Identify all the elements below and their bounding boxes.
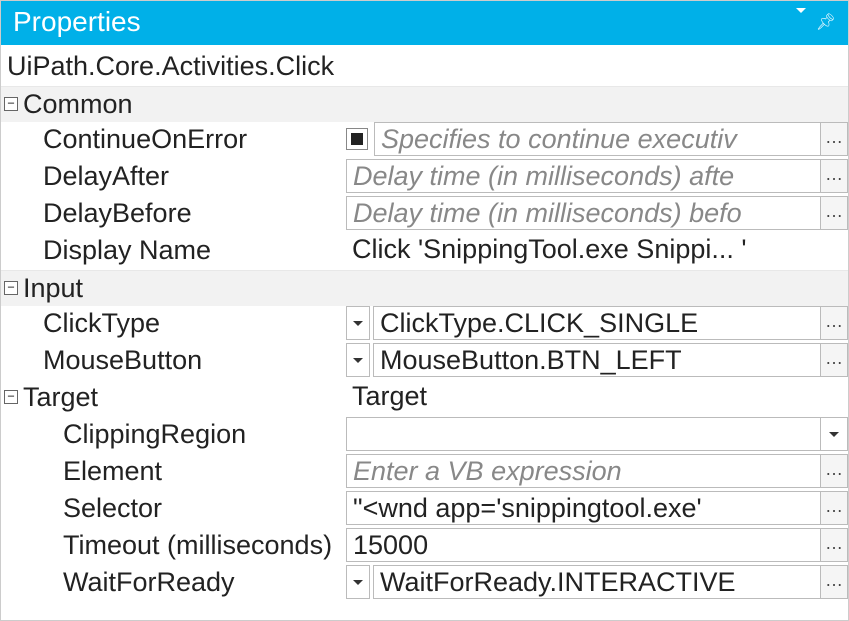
click-type-value[interactable]: ClickType.CLICK_SINGLE (373, 306, 821, 340)
selector-input[interactable]: "<wnd app='snippingtool.exe' (346, 491, 821, 525)
element-input[interactable]: Enter a VB expression (346, 454, 821, 488)
wait-for-ready-value[interactable]: WaitForReady.INTERACTIVE (373, 565, 821, 599)
row-selector: Selector "<wnd app='snippingtool.exe' … (1, 491, 848, 528)
timeout-input[interactable]: 15000 (346, 528, 821, 562)
label-display-name: Display Name (1, 233, 346, 270)
row-continue-on-error: ContinueOnError Specifies to continue ex… (1, 122, 848, 159)
activity-type: UiPath.Core.Activities.Click (1, 45, 848, 86)
panel-title: Properties (13, 6, 141, 38)
row-clipping-region: ClippingRegion (1, 417, 848, 454)
display-name-value[interactable]: Click 'SnippingTool.exe Snippi... ' (346, 233, 848, 270)
mouse-button-ellipsis[interactable]: … (820, 343, 848, 377)
collapse-toggle-common[interactable]: − (4, 97, 18, 111)
section-input: − Input (1, 270, 848, 306)
timeout-ellipsis[interactable]: … (820, 528, 848, 562)
label-mouse-button: MouseButton (1, 343, 346, 380)
row-element: Element Enter a VB expression … (1, 454, 848, 491)
row-timeout: Timeout (milliseconds) 15000 … (1, 528, 848, 565)
delay-after-input[interactable]: Delay time (in milliseconds) afte (346, 159, 821, 193)
row-click-type: ClickType ClickType.CLICK_SINGLE … (1, 306, 848, 343)
label-wait-for-ready: WaitForReady (1, 565, 346, 602)
selector-ellipsis[interactable]: … (820, 491, 848, 525)
dropdown-icon[interactable] (796, 13, 806, 31)
target-value[interactable]: Target (346, 380, 848, 417)
delay-after-ellipsis[interactable]: … (820, 159, 848, 193)
row-delay-before: DelayBefore Delay time (in milliseconds)… (1, 196, 848, 233)
mouse-button-value[interactable]: MouseButton.BTN_LEFT (373, 343, 821, 377)
section-common: − Common (1, 86, 848, 122)
label-target: Target (1, 380, 346, 417)
wait-for-ready-ellipsis[interactable]: … (820, 565, 848, 599)
label-timeout: Timeout (milliseconds) (1, 528, 346, 565)
row-target: − Target Target (1, 380, 848, 417)
row-wait-for-ready: WaitForReady WaitForReady.INTERACTIVE … (1, 565, 848, 602)
delay-before-input[interactable]: Delay time (in milliseconds) befo (346, 196, 821, 230)
delay-before-ellipsis[interactable]: … (820, 196, 848, 230)
continue-on-error-ellipsis[interactable]: … (820, 122, 848, 156)
element-ellipsis[interactable]: … (820, 454, 848, 488)
continue-on-error-input[interactable]: Specifies to continue executiv (374, 122, 821, 156)
click-type-ellipsis[interactable]: … (820, 306, 848, 340)
section-label: Common (23, 89, 133, 119)
section-label: Input (23, 273, 83, 303)
continue-on-error-checkbox[interactable] (346, 128, 368, 150)
row-display-name: Display Name Click 'SnippingTool.exe Sni… (1, 233, 848, 270)
collapse-toggle-target[interactable]: − (4, 390, 18, 404)
clipping-region-input[interactable] (346, 417, 821, 451)
label-continue-on-error: ContinueOnError (1, 122, 346, 159)
label-delay-after: DelayAfter (1, 159, 346, 196)
clipping-region-dropdown[interactable] (820, 417, 848, 451)
wait-for-ready-dropdown[interactable] (346, 565, 370, 599)
label-click-type: ClickType (1, 306, 346, 343)
click-type-dropdown[interactable] (346, 306, 370, 340)
collapse-toggle-input[interactable]: − (4, 281, 18, 295)
label-delay-before: DelayBefore (1, 196, 346, 233)
label-element: Element (1, 454, 346, 491)
panel-titlebar: Properties 📌︎ (1, 1, 848, 45)
pin-icon[interactable]: 📌︎ (816, 12, 836, 32)
label-clipping-region: ClippingRegion (1, 417, 346, 454)
mouse-button-dropdown[interactable] (346, 343, 370, 377)
label-selector: Selector (1, 491, 346, 528)
row-mouse-button: MouseButton MouseButton.BTN_LEFT … (1, 343, 848, 380)
row-delay-after: DelayAfter Delay time (in milliseconds) … (1, 159, 848, 196)
